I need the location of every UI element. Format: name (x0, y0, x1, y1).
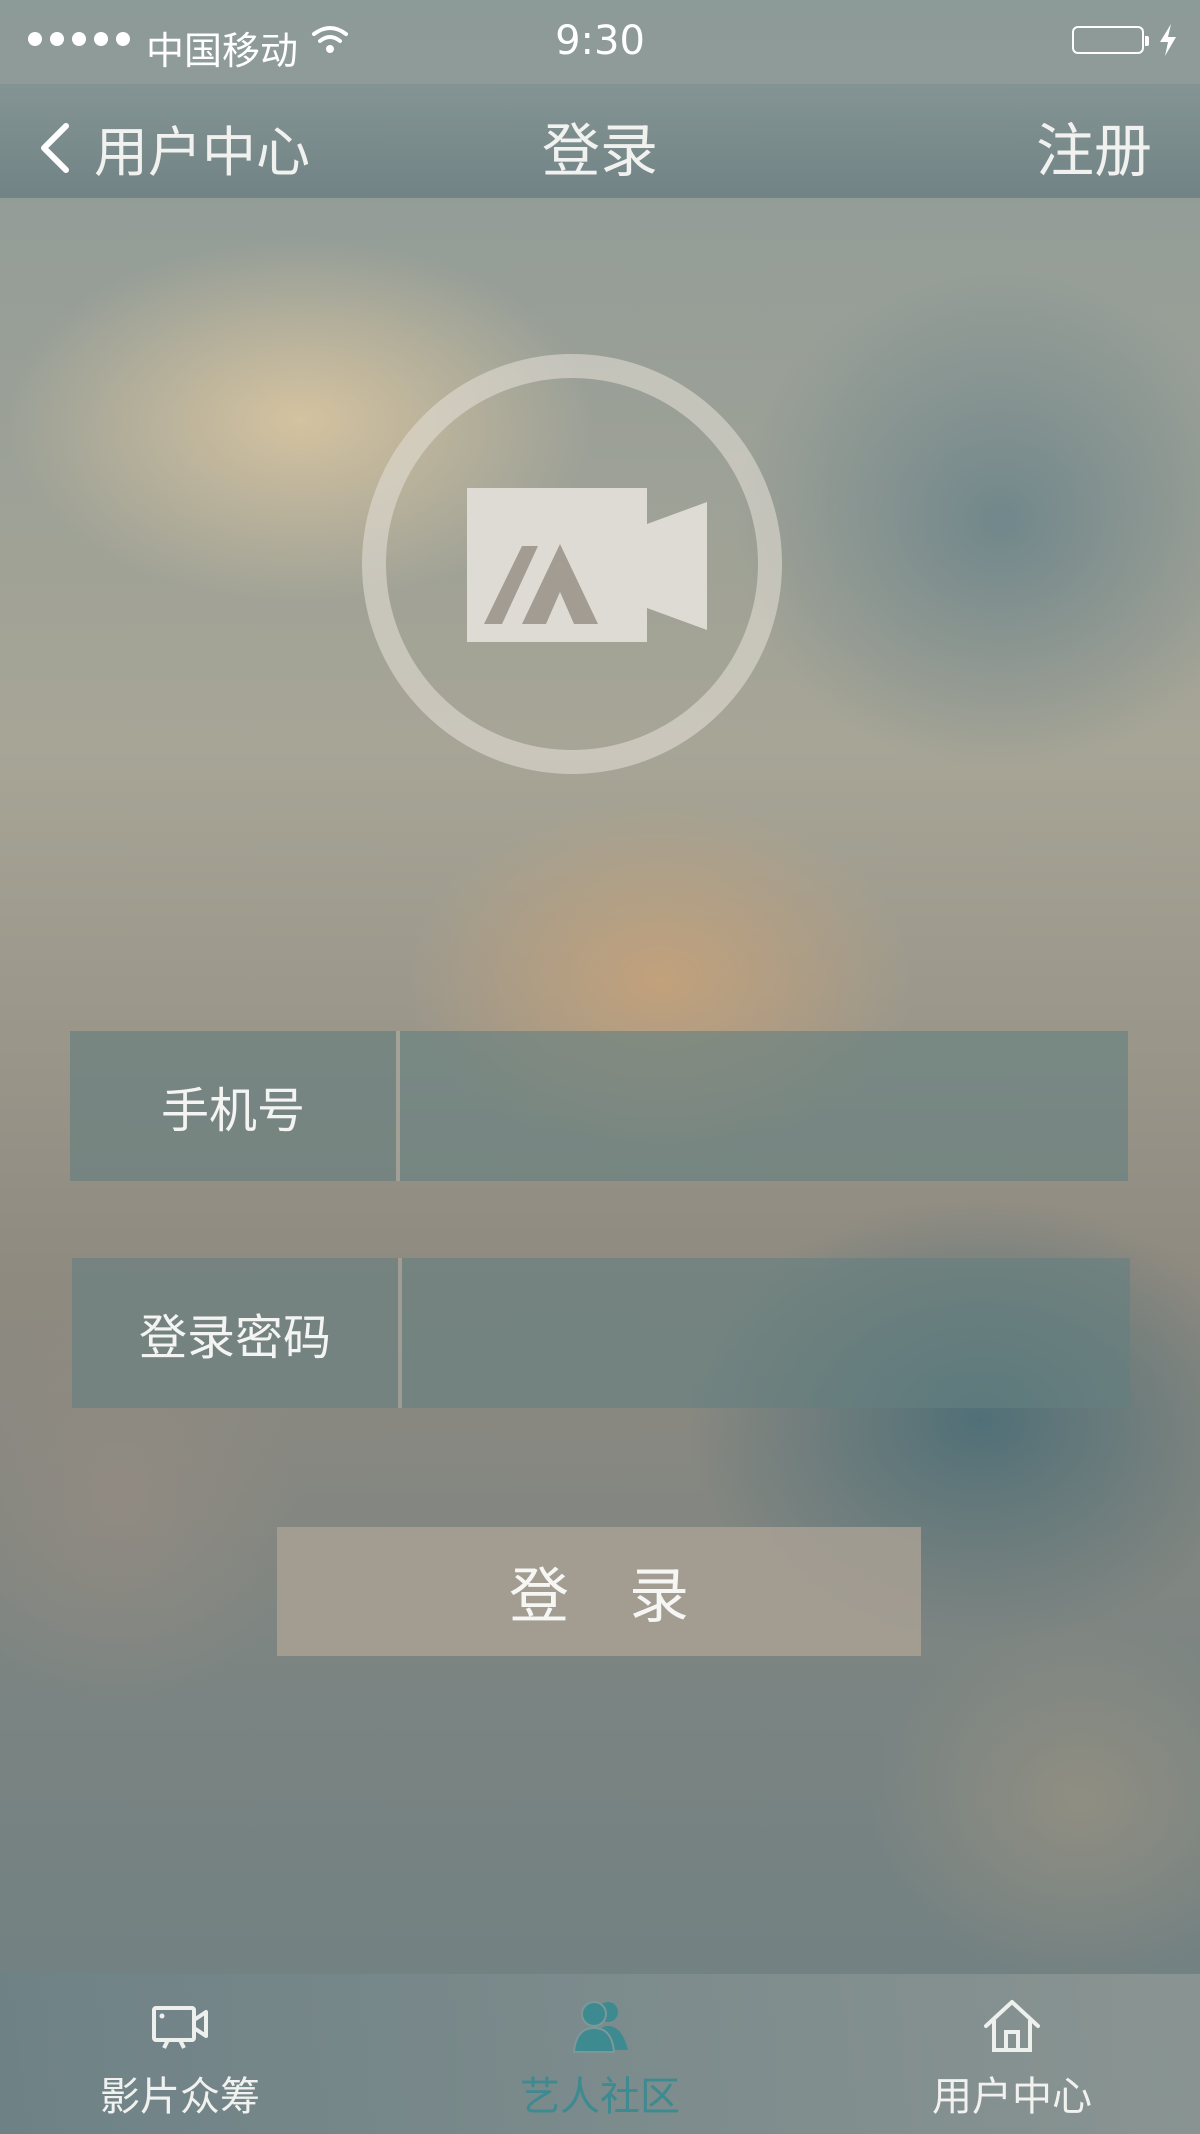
tab-label: 艺人社区 (520, 2074, 680, 2120)
home-icon (984, 2000, 1040, 2052)
chevron-left-icon (41, 122, 69, 173)
tab-bar: 影片众筹 艺人社区 用户中心 (0, 1974, 1200, 2134)
tab-artist-community[interactable]: 艺人社区 (480, 1974, 720, 2134)
back-label: 用户中心 (94, 121, 310, 184)
clock: 9:30 (555, 18, 645, 64)
video-icon (152, 2006, 208, 2049)
phone-input[interactable] (400, 1031, 1128, 1181)
phone-label: 手机号 (70, 1031, 396, 1181)
login-button[interactable]: 登录 (277, 1527, 921, 1656)
users-icon (572, 2001, 628, 2053)
app-logo-icon (362, 354, 782, 774)
back-button[interactable]: 用户中心 (36, 108, 310, 187)
charging-icon (1160, 24, 1176, 56)
password-row: 登录密码 (72, 1258, 1130, 1408)
register-button[interactable]: 注册 (1036, 104, 1152, 188)
phone-row: 手机号 (70, 1031, 1128, 1181)
navigation-bar: 用户中心 登录 注册 (0, 84, 1200, 198)
tab-film-crowdfunding[interactable]: 影片众筹 (60, 1974, 300, 2134)
tab-label: 影片众筹 (100, 2074, 260, 2120)
password-label: 登录密码 (72, 1258, 398, 1408)
battery-icon (1072, 26, 1149, 54)
password-input[interactable] (402, 1258, 1130, 1408)
status-bar: 中国移动 9:30 (0, 0, 1200, 84)
tab-label: 用户中心 (932, 2074, 1092, 2120)
tab-user-center[interactable]: 用户中心 (892, 1974, 1132, 2134)
